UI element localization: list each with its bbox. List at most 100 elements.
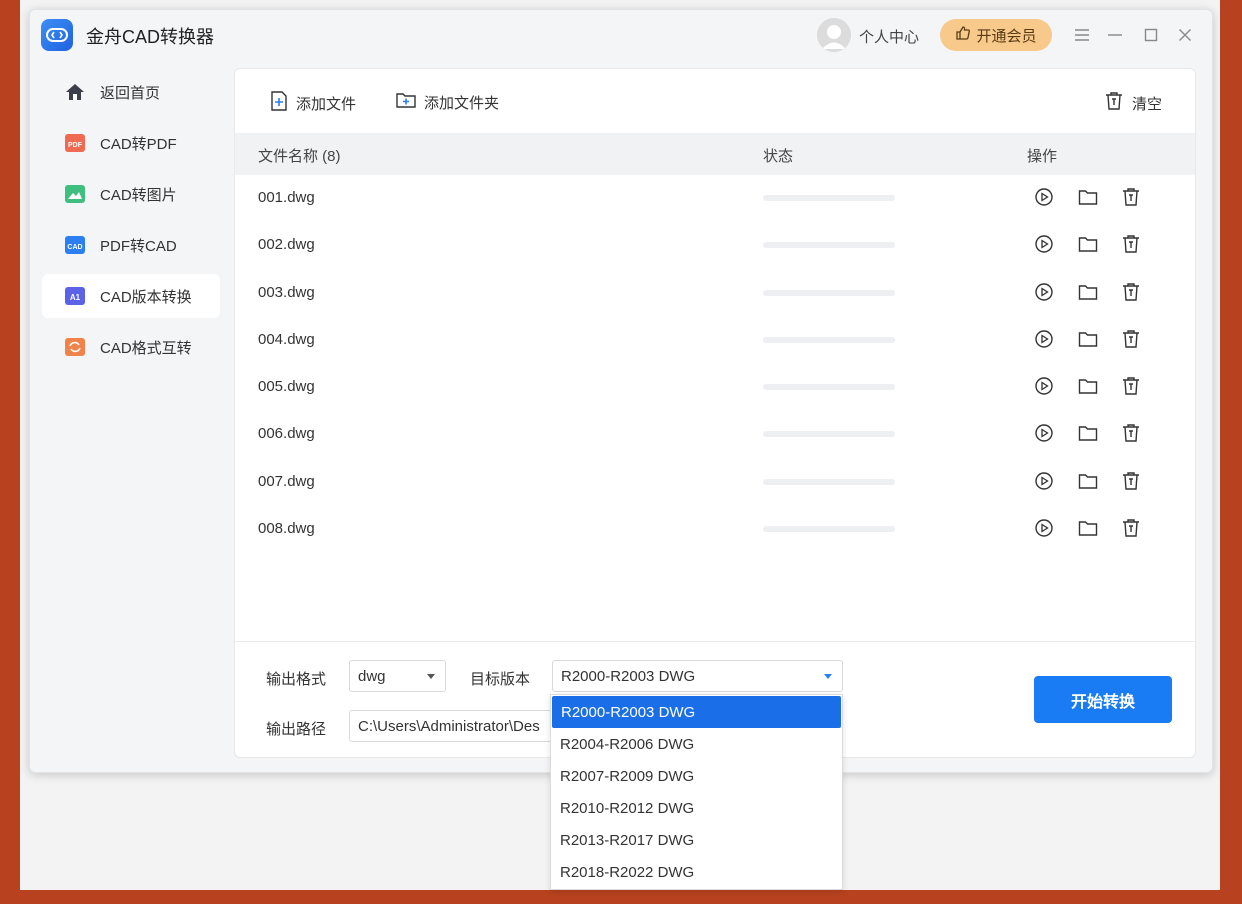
user-center-link[interactable]: 个人中心 bbox=[859, 26, 919, 47]
play-icon[interactable] bbox=[1032, 280, 1056, 304]
play-icon[interactable] bbox=[1032, 469, 1056, 493]
trash-icon[interactable] bbox=[1119, 469, 1143, 493]
clear-button[interactable]: 清空 bbox=[1104, 91, 1162, 115]
dropdown-option[interactable]: R2004-R2006 DWG bbox=[551, 728, 842, 760]
target-version-value: R2000-R2003 DWG bbox=[561, 667, 696, 685]
progress-bar bbox=[763, 336, 895, 343]
dropdown-option[interactable]: R2007-R2009 DWG bbox=[551, 760, 842, 792]
thumb-up-icon bbox=[955, 25, 971, 45]
dropdown-option[interactable]: R2018-R2022 DWG bbox=[551, 856, 842, 888]
sidebar-item-cad-to-pdf[interactable]: PDF CAD转PDF bbox=[42, 121, 220, 165]
output-path-input[interactable]: C:\Users\Administrator\Des bbox=[349, 710, 559, 742]
file-name: 002.dwg bbox=[258, 236, 315, 254]
dropdown-option[interactable]: R2013-R2017 DWG bbox=[551, 824, 842, 856]
folder-icon[interactable] bbox=[1076, 185, 1100, 209]
file-name: 001.dwg bbox=[258, 189, 315, 206]
play-icon[interactable] bbox=[1032, 232, 1056, 256]
play-icon[interactable] bbox=[1032, 374, 1056, 398]
target-version-select[interactable]: R2000-R2003 DWG bbox=[552, 660, 843, 692]
main-panel: 添加文件 添加文件夹 清空 文件名称 (8) 状态 操作 001.dwg 002… bbox=[234, 68, 1196, 758]
minimize-icon[interactable] bbox=[1102, 22, 1128, 48]
folder-icon[interactable] bbox=[1076, 327, 1100, 351]
output-format-select[interactable]: dwg bbox=[349, 660, 446, 692]
add-file-label: 添加文件 bbox=[296, 95, 357, 113]
user-avatar-icon[interactable] bbox=[817, 18, 851, 52]
image-icon bbox=[64, 183, 86, 205]
svg-text:CAD: CAD bbox=[67, 244, 82, 251]
file-list: 001.dwg 002.dwg 003.dwg 004.dwg 005.dwg … bbox=[235, 175, 1195, 553]
close-icon[interactable] bbox=[1172, 22, 1198, 48]
folder-icon[interactable] bbox=[1076, 280, 1100, 304]
play-icon[interactable] bbox=[1032, 327, 1056, 351]
sidebar-item-label: CAD转图片 bbox=[100, 186, 177, 204]
add-folder-icon bbox=[396, 91, 416, 113]
sidebar-item-cad-to-image[interactable]: CAD转图片 bbox=[42, 172, 220, 216]
file-name: 004.dwg bbox=[258, 330, 315, 348]
vip-button[interactable]: 开通会员 bbox=[940, 19, 1052, 51]
home-icon bbox=[64, 81, 86, 103]
add-file-button[interactable]: 添加文件 bbox=[270, 91, 356, 115]
play-icon[interactable] bbox=[1032, 185, 1056, 209]
table-row: 005.dwg bbox=[235, 364, 1195, 411]
sidebar-item-cad-version[interactable]: A1 CAD版本转换 bbox=[42, 274, 220, 318]
folder-icon[interactable] bbox=[1076, 421, 1100, 445]
clear-label: 清空 bbox=[1132, 95, 1163, 113]
trash-icon[interactable] bbox=[1119, 232, 1143, 256]
dropdown-option[interactable]: R2000-R2003 DWG bbox=[552, 696, 841, 728]
play-icon[interactable] bbox=[1032, 421, 1056, 445]
format-icon bbox=[64, 336, 86, 358]
play-icon[interactable] bbox=[1032, 516, 1056, 540]
target-version-label: 目标版本 bbox=[470, 671, 531, 688]
sidebar-item-pdf-to-cad[interactable]: CAD PDF转CAD bbox=[42, 223, 220, 267]
table-row: 007.dwg bbox=[235, 459, 1195, 506]
app-title: 金舟CAD转换器 bbox=[86, 27, 215, 47]
app-window: 金舟CAD转换器 个人中心 开通会员 返回首页 PDF CAD转PDF CAD转… bbox=[29, 9, 1213, 773]
sidebar-item-label: CAD转PDF bbox=[100, 135, 177, 153]
chevron-down-icon bbox=[824, 674, 832, 679]
table-row: 003.dwg bbox=[235, 270, 1195, 317]
folder-icon[interactable] bbox=[1076, 232, 1100, 256]
start-convert-button[interactable]: 开始转换 bbox=[1034, 676, 1172, 723]
toolbar: 添加文件 添加文件夹 清空 bbox=[235, 69, 1195, 133]
file-name: 003.dwg bbox=[258, 283, 315, 301]
progress-bar bbox=[763, 478, 895, 485]
sidebar-item-label: 返回首页 bbox=[100, 84, 161, 102]
cad-icon: CAD bbox=[64, 234, 86, 256]
version-dropdown-menu: R2000-R2003 DWG R2004-R2006 DWG R2007-R200… bbox=[550, 694, 843, 890]
dropdown-option[interactable]: R2010-R2012 DWG bbox=[551, 792, 842, 824]
svg-text:PDF: PDF bbox=[68, 142, 83, 149]
column-header-name: 文件名称 (8) bbox=[258, 148, 341, 165]
folder-icon[interactable] bbox=[1076, 374, 1100, 398]
pdf-icon: PDF bbox=[64, 132, 86, 154]
output-format-label: 输出格式 bbox=[266, 671, 327, 688]
add-file-icon bbox=[270, 91, 288, 115]
trash-icon[interactable] bbox=[1119, 280, 1143, 304]
sidebar: 返回首页 PDF CAD转PDF CAD转图片 CAD PDF转CAD A1 C… bbox=[42, 70, 220, 376]
trash-icon[interactable] bbox=[1119, 327, 1143, 351]
add-folder-button[interactable]: 添加文件夹 bbox=[396, 91, 499, 113]
folder-icon[interactable] bbox=[1076, 469, 1100, 493]
progress-bar bbox=[763, 384, 895, 391]
menu-icon[interactable] bbox=[1069, 22, 1095, 48]
trash-icon[interactable] bbox=[1119, 516, 1143, 540]
title-bar: 金舟CAD转换器 个人中心 开通会员 bbox=[30, 10, 1212, 60]
chevron-down-icon bbox=[427, 674, 435, 679]
file-name: 008.dwg bbox=[258, 520, 315, 538]
file-name: 007.dwg bbox=[258, 472, 315, 490]
trash-icon[interactable] bbox=[1119, 421, 1143, 445]
version-icon: A1 bbox=[64, 285, 86, 307]
sidebar-item-cad-format[interactable]: CAD格式互转 bbox=[42, 325, 220, 369]
progress-bar bbox=[763, 431, 895, 438]
svg-text:A1: A1 bbox=[70, 293, 81, 302]
progress-bar bbox=[763, 526, 895, 533]
vip-button-label: 开通会员 bbox=[976, 27, 1037, 45]
sidebar-item-home[interactable]: 返回首页 bbox=[42, 70, 220, 114]
trash-icon[interactable] bbox=[1119, 185, 1143, 209]
add-folder-label: 添加文件夹 bbox=[424, 94, 500, 112]
trash-icon bbox=[1104, 91, 1124, 115]
maximize-icon[interactable] bbox=[1138, 22, 1164, 48]
folder-icon[interactable] bbox=[1076, 516, 1100, 540]
trash-icon[interactable] bbox=[1119, 374, 1143, 398]
app-logo-icon bbox=[41, 19, 73, 51]
progress-bar bbox=[763, 242, 895, 249]
